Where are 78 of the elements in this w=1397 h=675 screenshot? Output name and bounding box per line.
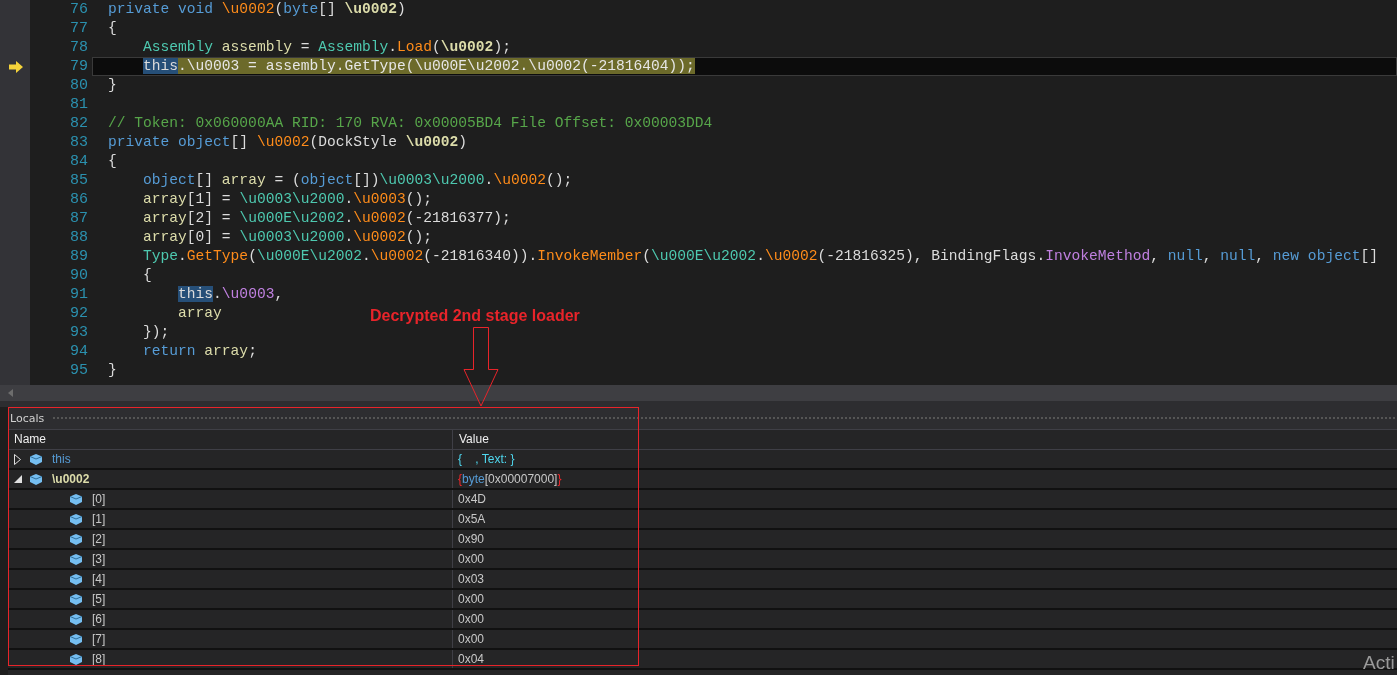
panel-title: Locals [10, 411, 45, 425]
line-number: 80 [70, 77, 88, 94]
line-number: 77 [70, 20, 88, 37]
variable-value: 0x00 [458, 632, 485, 646]
line-number: 92 [70, 305, 88, 322]
line-number: 88 [70, 229, 88, 246]
variable-name: [5] [92, 591, 106, 608]
activation-watermark-text: Acti [1363, 652, 1395, 674]
line-number: 81 [70, 96, 88, 113]
line-number: 94 [70, 343, 88, 360]
line-number: 82 [70, 115, 88, 132]
code-line: return array; [142, 342, 257, 361]
code-line: this.\u0003 = assembly.GetType(\u000E\u2002.\u0002(-21816404)); [142, 58, 695, 75]
field-cube-icon [70, 573, 82, 585]
line-number: 87 [70, 210, 88, 227]
field-cube-icon [70, 613, 82, 625]
variable-name: [1] [92, 511, 106, 528]
field-cube-icon [30, 473, 42, 485]
column-header[interactable]: Value [453, 430, 489, 449]
variable-value: {byte[0x00007000]} [458, 472, 562, 486]
code-line: } [108, 361, 117, 380]
line-number: 79 [70, 58, 88, 75]
variable-name: [0] [92, 491, 106, 508]
code-line: object[] array = (object[])\u0003\u2000.\u0002(); [142, 171, 573, 190]
variable-value: 0x90 [458, 532, 485, 546]
variable-value: 0x04 [458, 652, 485, 666]
code-line: this.\u0003, [177, 285, 284, 304]
field-cube-icon [70, 633, 82, 645]
line-number: 86 [70, 191, 88, 208]
field-cube-icon [70, 653, 82, 665]
variable-name: this [52, 451, 71, 468]
line-number: 89 [70, 248, 88, 265]
code-line: array[1] = \u0003\u2000.\u0003(); [142, 190, 433, 209]
line-number: 78 [70, 39, 88, 56]
variable-value: 0x00 [458, 552, 485, 566]
field-cube-icon [70, 513, 82, 525]
code-line: { [108, 19, 117, 38]
code-line: }); [142, 323, 170, 342]
code-line: Assembly assembly = Assembly.Load(\u0002); [142, 38, 511, 57]
code-line: private object[] \u0002(DockStyle \u0002) [108, 133, 468, 152]
field-cube-icon [70, 593, 82, 605]
collapse-triangle-icon[interactable] [14, 475, 22, 483]
code-line: } [108, 76, 117, 95]
line-number: 90 [70, 267, 88, 284]
field-cube-icon [70, 533, 82, 545]
variable-name: [6] [92, 611, 106, 628]
variable-value: 0x5A [458, 512, 486, 526]
column-header[interactable]: Name [8, 430, 453, 449]
variable-name: [2] [92, 531, 106, 548]
line-number: 93 [70, 324, 88, 341]
variable-value: 0x4D [458, 492, 486, 506]
expand-triangle-icon[interactable] [14, 453, 21, 465]
line-number: 84 [70, 153, 88, 170]
code-line: array[2] = \u000E\u2002.\u0002(-21816377); [142, 209, 511, 228]
code-line: { [142, 266, 152, 285]
field-cube-icon [70, 493, 82, 505]
variable-name: \u0002 [52, 471, 90, 488]
variable-name: [4] [92, 571, 106, 588]
field-cube-icon [30, 453, 42, 465]
line-number: 91 [70, 286, 88, 303]
code-line: array[0] = \u0003\u2000.\u0002(); [142, 228, 433, 247]
variable-name: [7] [92, 631, 106, 648]
code-line: Type.GetType(\u000E\u2002.\u0002(-21816340)).InvokeMember(\u000E\u2002.\u0002(-21816325), BindingFlags.InvokeMethod, null, null, new object[] [142, 247, 1378, 266]
variable-value: 0x00 [458, 612, 485, 626]
line-number: 85 [70, 172, 88, 189]
code-line: // Token: 0x060000AA RID: 170 RVA: 0x00005BD4 File Offset: 0x00003DD4 [108, 114, 713, 133]
line-number: 83 [70, 134, 88, 151]
line-number: 95 [70, 362, 88, 379]
code-line: array [177, 304, 222, 323]
variable-value: { , Text: } [458, 452, 515, 466]
code-line: { [108, 152, 117, 171]
variable-value: 0x00 [458, 592, 485, 606]
variable-value: 0x03 [458, 572, 485, 586]
variable-name: [3] [92, 551, 106, 568]
line-number: 76 [70, 1, 88, 18]
annotation-label: Decrypted 2nd stage loader [370, 307, 580, 325]
code-line: private void \u0002(byte[] \u0002) [108, 0, 406, 19]
field-cube-icon [70, 553, 82, 565]
